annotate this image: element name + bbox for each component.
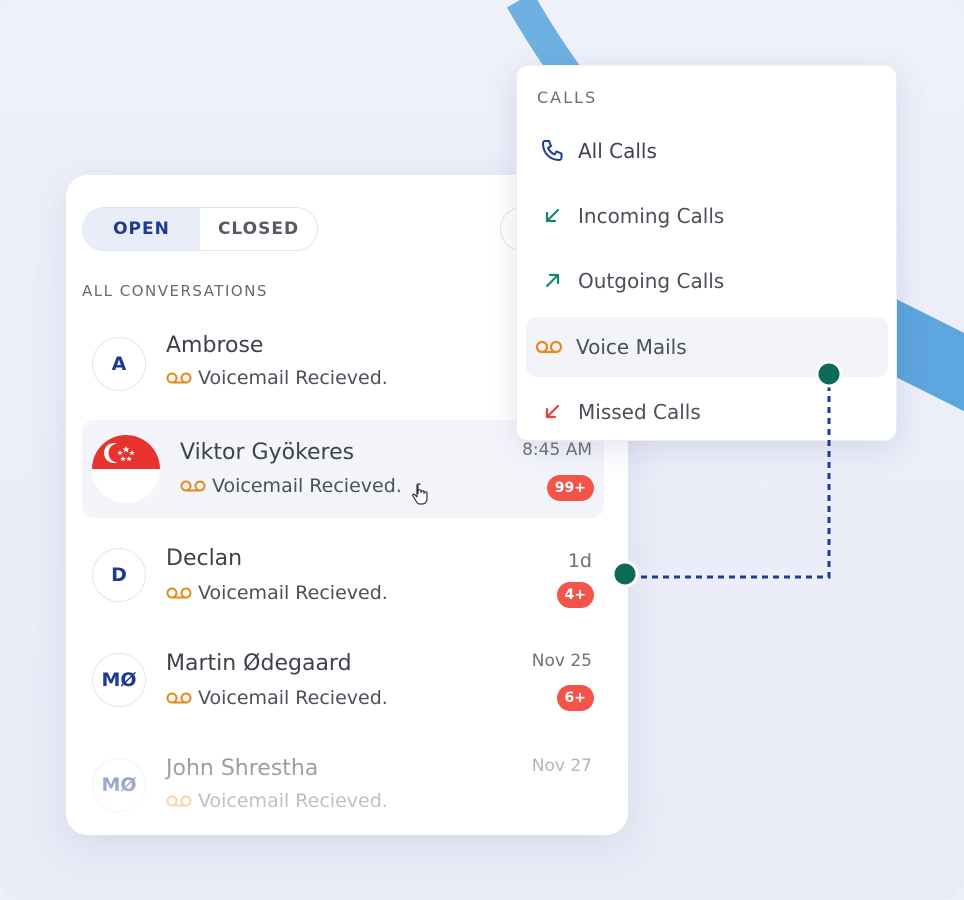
timestamp: Nov 27	[531, 756, 592, 776]
avatar: D	[92, 548, 146, 602]
contact-name: Ambrose	[166, 333, 264, 358]
menu-item-incoming-calls[interactable]: Incoming Calls	[526, 186, 888, 246]
preview-text: Voicemail Recieved.	[198, 582, 388, 604]
unread-badge: 99+	[546, 475, 594, 501]
phone-icon	[542, 140, 563, 161]
voicemail-icon	[166, 587, 192, 599]
hand-cursor-icon	[412, 483, 428, 505]
message-preview: Voicemail Recieved.	[180, 475, 402, 497]
avatar: A	[92, 337, 146, 391]
missed-arrow-icon	[545, 404, 560, 419]
voicemail-icon	[166, 795, 192, 807]
message-preview: Voicemail Recieved.	[166, 687, 388, 709]
tab-open[interactable]: OPEN	[83, 208, 200, 250]
menu-item-label: Outgoing Calls	[578, 269, 725, 293]
message-preview: Voicemail Recieved.	[166, 367, 388, 389]
preview-text: Voicemail Recieved.	[212, 475, 402, 497]
calls-filter-menu: CALLS All Calls Incoming Calls Outgoing …	[516, 65, 897, 441]
avatar: MØ	[92, 653, 146, 707]
preview-text: Voicemail Recieved.	[198, 367, 388, 389]
menu-item-all-calls[interactable]: All Calls	[526, 121, 888, 181]
incoming-arrow-icon	[545, 208, 560, 223]
voicemail-icon	[166, 692, 192, 704]
menu-item-outgoing-calls[interactable]: Outgoing Calls	[526, 251, 888, 311]
conversation-row-declan[interactable]: D Declan Voicemail Recieved. 1d 4+	[82, 530, 604, 628]
menu-item-voice-mails[interactable]: Voice Mails	[526, 317, 888, 377]
voicemail-icon	[535, 340, 563, 354]
unread-badge: 4+	[556, 582, 594, 608]
message-preview: Voicemail Recieved.	[166, 790, 388, 812]
avatar	[92, 435, 160, 503]
voicemail-icon	[166, 372, 192, 384]
avatar: MØ	[92, 758, 146, 812]
menu-item-label: Voice Mails	[576, 335, 687, 359]
message-preview: Voicemail Recieved.	[166, 582, 388, 604]
unread-badge: 6+	[556, 685, 594, 711]
contact-name: John Shrestha	[166, 756, 319, 781]
menu-title: CALLS	[537, 88, 598, 107]
outgoing-arrow-icon	[545, 273, 560, 288]
conversation-row-john[interactable]: MØ John Shrestha Voicemail Recieved. Nov…	[82, 740, 604, 835]
menu-item-label: Incoming Calls	[578, 204, 725, 228]
menu-item-missed-calls[interactable]: Missed Calls	[526, 382, 888, 442]
contact-name: Martin Ødegaard	[166, 651, 352, 676]
timestamp: Nov 25	[531, 651, 592, 671]
menu-item-label: Missed Calls	[578, 400, 701, 424]
tab-closed[interactable]: CLOSED	[200, 208, 317, 250]
voicemail-icon	[180, 480, 206, 492]
conversation-row-martin[interactable]: MØ Martin Ødegaard Voicemail Recieved. N…	[82, 635, 604, 733]
contact-name: Declan	[166, 546, 243, 571]
contact-name: Viktor Gyökeres	[180, 440, 355, 465]
timestamp: 1d	[567, 550, 592, 572]
timestamp: 8:45 AM	[522, 440, 592, 460]
singapore-flag-icon	[92, 435, 160, 503]
section-label: ALL CONVERSATIONS	[82, 282, 268, 300]
preview-text: Voicemail Recieved.	[198, 790, 388, 812]
preview-text: Voicemail Recieved.	[198, 687, 388, 709]
status-toggle: OPEN CLOSED	[82, 207, 318, 251]
menu-item-label: All Calls	[578, 139, 657, 163]
